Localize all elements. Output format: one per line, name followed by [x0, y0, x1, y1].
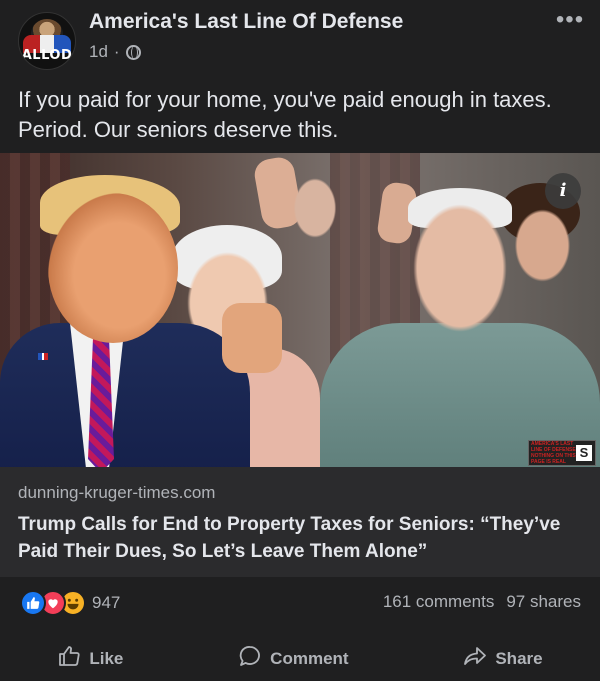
- man-face: [405, 193, 515, 343]
- comments-count[interactable]: 161 comments: [383, 592, 495, 612]
- post-meta: 1d ·: [89, 42, 141, 62]
- more-options-button[interactable]: •••: [554, 8, 586, 36]
- share-arrow-icon: [463, 644, 487, 673]
- engagement-counts: 161 comments 97 shares: [383, 592, 581, 612]
- globe-icon: [125, 44, 141, 60]
- background-face-3: [290, 173, 340, 243]
- comment-button[interactable]: Comment: [218, 638, 368, 679]
- thumbs-up-icon: [57, 644, 81, 673]
- meta-separator: ·: [113, 42, 120, 61]
- satire-badge: AMERICA'S LAST LINE OF DEFENSE NOTHING O…: [528, 440, 596, 466]
- share-button[interactable]: Share: [443, 638, 562, 679]
- background-face-2: [510, 203, 575, 288]
- page-name[interactable]: America's Last Line Of Defense: [89, 10, 403, 34]
- politician-suit: [0, 323, 250, 467]
- raised-fist: [222, 303, 282, 373]
- info-button[interactable]: i: [545, 173, 581, 209]
- comment-label: Comment: [270, 648, 349, 668]
- reactions-summary[interactable]: 947: [20, 590, 121, 616]
- link-domain: dunning-kruger-times.com: [18, 483, 216, 502]
- post-time[interactable]: 1d: [89, 42, 108, 62]
- like-label: Like: [89, 648, 124, 668]
- link-headline[interactable]: Trump Calls for End to Property Taxes fo…: [18, 511, 588, 565]
- shares-count[interactable]: 97 shares: [506, 592, 581, 612]
- comment-bubble-icon: [238, 644, 262, 673]
- flag-pin: [38, 353, 48, 360]
- link-preview-image[interactable]: i AMERICA'S LAST LINE OF DEFENSE NOTHING…: [0, 153, 600, 467]
- link-preview-meta[interactable]: dunning-kruger-times.com Trump Calls for…: [0, 467, 600, 577]
- satire-badge-letter: S: [576, 445, 592, 461]
- satire-badge-text: AMERICA'S LAST LINE OF DEFENSE NOTHING O…: [531, 441, 576, 465]
- avatar-text: ALLOD: [21, 48, 73, 63]
- like-button[interactable]: Like: [37, 638, 143, 679]
- share-label: Share: [495, 648, 543, 668]
- post-header: ALLOD America's Last Line Of Defense 1d …: [0, 0, 600, 78]
- politician-face: [48, 193, 178, 343]
- like-reaction-icon: [20, 590, 46, 616]
- page-avatar[interactable]: ALLOD: [18, 12, 76, 70]
- reaction-count: 947: [92, 593, 121, 612]
- action-bar: Like Comment Share: [0, 636, 600, 681]
- post-caption: If you paid for your home, you've paid e…: [18, 87, 552, 142]
